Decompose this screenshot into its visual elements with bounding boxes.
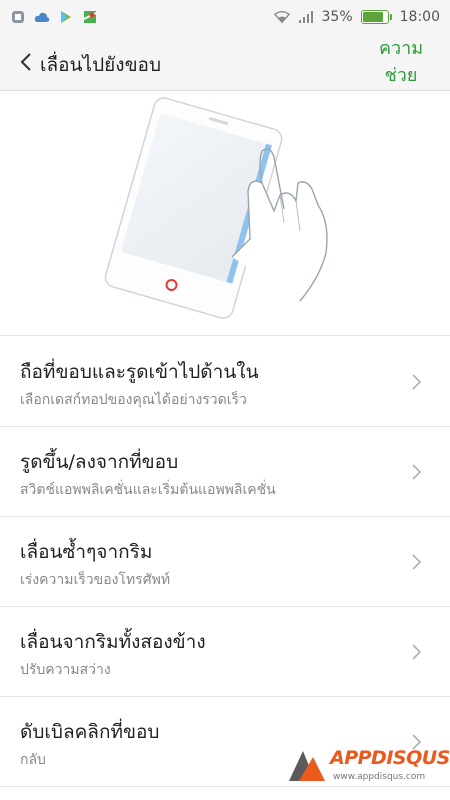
- list-item-title: ดับเบิลคลิกที่ขอบ: [20, 721, 160, 743]
- watermark-url: www.appdisqus.com: [333, 772, 426, 782]
- watermark-logo: APPDISQUS www.appdisqus.com: [285, 745, 450, 787]
- settings-list: ถือที่ขอบและรูดเข้าไปด้านใน เลือกเดสก์ทอ…: [0, 337, 450, 787]
- back-button[interactable]: [14, 49, 38, 75]
- maps-icon: [82, 9, 98, 25]
- app-icon: [10, 9, 26, 25]
- chevron-right-icon: [412, 644, 422, 660]
- list-item-subtitle: ปรับความสว่าง: [20, 662, 111, 678]
- battery-percent: 35%: [321, 8, 353, 25]
- list-item-subtitle: เลือกเดสก์ทอปของคุณได้อย่างรวดเร็ว: [20, 392, 247, 408]
- status-bar: 35% 18:00: [0, 0, 450, 33]
- signal-icon: [298, 9, 314, 25]
- app-header: เลื่อนไปยังขอบ ความ ช่วย: [0, 33, 450, 91]
- list-item-title: เลื่อนจากริมทั้งสองข้าง: [20, 631, 206, 653]
- system-icons: 35% 18:00: [273, 8, 440, 25]
- phone-hand-illustration: [104, 97, 328, 319]
- list-item-title: เลื่อนซ้ำๆจากริม: [20, 541, 153, 563]
- list-item-subtitle: สวิตช์แอพพลิเคชั่นและเริ่มต้นแอพพลิเคชั่…: [20, 482, 276, 498]
- battery-fill: [362, 11, 384, 22]
- battery-icon: [360, 9, 392, 24]
- gesture-illustration: [0, 91, 450, 336]
- watermark-brand: APPDISQUS: [330, 747, 450, 769]
- help-label-line1: ความ: [378, 38, 424, 59]
- help-button[interactable]: ความ ช่วย: [376, 35, 426, 89]
- notification-icons: [10, 9, 98, 25]
- list-item-hold-edge-swipe-in[interactable]: ถือที่ขอบและรูดเข้าไปด้านใน เลือกเดสก์ทอ…: [0, 337, 450, 427]
- list-item-title: รูดขึ้น/ลงจากที่ขอบ: [20, 451, 179, 473]
- list-item-title: ถือที่ขอบและรูดเข้าไปด้านใน: [20, 361, 259, 383]
- list-item-subtitle: เร่งความเร็วของโทรศัพท์: [20, 572, 171, 588]
- list-item-swipe-both-edges[interactable]: เลื่อนจากริมทั้งสองข้าง ปรับความสว่าง: [0, 607, 450, 697]
- list-item-repeat-swipe-edge[interactable]: เลื่อนซ้ำๆจากริม เร่งความเร็วของโทรศัพท์: [0, 517, 450, 607]
- page-title: เลื่อนไปยังขอบ: [40, 54, 162, 76]
- play-store-icon: [58, 9, 74, 25]
- watermark-emblem-icon: [289, 751, 325, 781]
- chevron-right-icon: [412, 554, 422, 570]
- chevron-right-icon: [412, 464, 422, 480]
- list-item-subtitle: กลับ: [20, 752, 46, 768]
- help-label-line2: ช่วย: [384, 65, 418, 86]
- wifi-icon: [273, 9, 290, 25]
- clock: 18:00: [399, 8, 440, 25]
- chevron-left-icon: [20, 53, 31, 71]
- chevron-right-icon: [412, 374, 422, 390]
- list-item-swipe-up-down-edge[interactable]: รูดขึ้น/ลงจากที่ขอบ สวิตช์แอพพลิเคชั่นแล…: [0, 427, 450, 517]
- cloud-icon: [34, 9, 50, 25]
